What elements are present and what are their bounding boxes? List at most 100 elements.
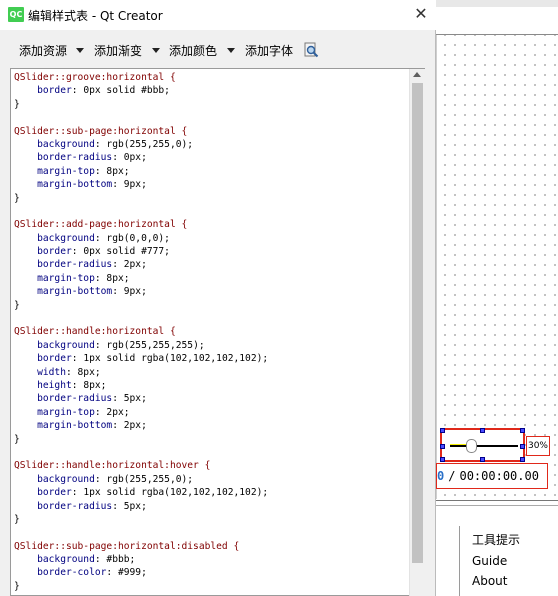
code-line: }	[14, 299, 268, 312]
menu-item-about[interactable]: About	[472, 574, 507, 588]
code-line: border-radius: 0px;	[14, 151, 268, 164]
code-value: : rgb(0,0,0);	[94, 232, 170, 244]
code-line: QSlider::sub-page:horizontal {	[14, 125, 268, 138]
code-line: margin-top: 8px;	[14, 165, 268, 178]
code-selector: QSlider::groove:horizontal {	[14, 72, 176, 83]
code-line: }	[14, 433, 268, 446]
code-line: }	[14, 513, 268, 526]
stylesheet-editor[interactable]: QSlider::groove:horizontal { border: 0px…	[10, 68, 425, 596]
slider-handle[interactable]	[466, 439, 477, 453]
designer-divider	[436, 500, 558, 501]
code-line: background: rgb(255,255,0);	[14, 138, 268, 151]
chevron-down-icon[interactable]	[227, 48, 235, 53]
code-line: background: #bbb;	[14, 553, 268, 566]
code-property: width	[14, 366, 66, 378]
slider-percent-label[interactable]: 30%	[526, 436, 550, 456]
code-property: border	[14, 85, 72, 97]
code-value: : 8px;	[65, 366, 101, 378]
code-value: : rgb(255,255,0);	[94, 473, 194, 485]
add-font-label: 添加字体	[245, 44, 294, 58]
code-line: border-radius: 2px;	[14, 258, 268, 271]
code-property: margin-bottom	[14, 420, 113, 432]
code-value: : 1px solid rgba(102,102,102,102);	[71, 487, 269, 499]
code-line: margin-bottom: 9px;	[14, 178, 268, 191]
code-property: margin-top	[14, 165, 95, 177]
code-line: background: rgb(255,255,0);	[14, 473, 268, 486]
code-value: : rgb(255,255,255);	[94, 339, 205, 351]
code-value: : #999;	[106, 567, 147, 579]
selection-handle[interactable]	[520, 457, 525, 462]
vertical-scrollbar[interactable]	[409, 69, 425, 596]
code-line: background: rgb(255,255,255);	[14, 339, 268, 352]
selection-handle[interactable]	[520, 444, 525, 449]
slider-groove	[450, 445, 518, 447]
code-property: background	[14, 138, 95, 150]
selection-handle[interactable]	[520, 428, 525, 433]
add-resource-label: 添加资源	[19, 44, 68, 58]
code-value: : 2px;	[112, 259, 147, 271]
time-total: 00:00:00.00	[459, 469, 539, 483]
code-line: margin-bottom: 2px;	[14, 419, 268, 432]
add-gradient-label: 添加渐变	[94, 44, 143, 58]
selection-handle[interactable]	[440, 457, 445, 462]
code-value: }	[14, 98, 20, 110]
code-line: border-radius: 5px;	[14, 500, 268, 513]
chevron-down-icon[interactable]	[76, 48, 84, 53]
add-resource-button[interactable]: 添加资源	[19, 42, 84, 59]
code-property: border-radius	[14, 393, 113, 405]
code-line: width: 8px;	[14, 366, 268, 379]
code-line: background: rgb(0,0,0);	[14, 232, 268, 245]
selection-handle[interactable]	[480, 457, 485, 462]
code-property: border	[14, 487, 72, 499]
slider-widget-selected[interactable]	[440, 428, 525, 462]
code-property: margin-top	[14, 406, 95, 418]
dialog-titlebar[interactable]: QC 编辑样式表 - Qt Creator ✕	[0, 0, 436, 30]
time-current: 0	[437, 469, 445, 483]
code-property: border-radius	[14, 152, 113, 164]
time-display[interactable]: 0/00:00:00.00	[436, 463, 548, 489]
dialog-title: 编辑样式表 - Qt Creator	[28, 9, 163, 23]
code-line: QSlider::sub-page:horizontal:disabled {	[14, 540, 268, 553]
code-line: border: 0px solid #777;	[14, 245, 268, 258]
code-property: border-radius	[14, 500, 113, 512]
magnifier-icon[interactable]	[303, 42, 319, 58]
menu-item-tooltip[interactable]: 工具提示	[472, 531, 520, 548]
add-gradient-button[interactable]: 添加渐变	[94, 42, 160, 59]
selection-handle[interactable]	[440, 444, 445, 449]
menu-item-guide[interactable]: Guide	[472, 554, 507, 568]
code-value: }	[14, 513, 20, 525]
selection-handle[interactable]	[480, 428, 485, 433]
code-line: margin-top: 2px;	[14, 406, 268, 419]
code-value: }	[14, 580, 20, 592]
code-property: background	[14, 554, 95, 566]
code-line: border-color: #999;	[14, 566, 268, 579]
code-line: border: 1px solid rgba(102,102,102,102);	[14, 486, 268, 499]
code-line: border-radius: 5px;	[14, 392, 268, 405]
code-value: : 8px;	[94, 165, 130, 177]
edit-stylesheet-dialog: QC 编辑样式表 - Qt Creator ✕ 添加资源 添加渐变 添加颜色 添…	[0, 0, 436, 596]
add-color-label: 添加颜色	[169, 44, 218, 58]
code-line: }	[14, 98, 268, 111]
code-selector: QSlider::add-page:horizontal {	[14, 219, 188, 231]
code-selector: QSlider::sub-page:horizontal:disabled {	[14, 540, 240, 552]
close-icon[interactable]: ✕	[410, 4, 432, 24]
add-color-button[interactable]: 添加颜色	[169, 42, 235, 59]
code-selector: QSlider::handle:horizontal {	[14, 326, 176, 338]
code-selector: QSlider::sub-page:horizontal {	[14, 125, 188, 137]
code-line: border: 1px solid rgba(102,102,102,102);	[14, 352, 268, 365]
code-line: }	[14, 580, 268, 593]
code-property: border	[14, 246, 72, 258]
stylesheet-code: QSlider::groove:horizontal { border: 0px…	[14, 71, 268, 593]
qt-creator-logo-icon: QC	[8, 7, 24, 22]
chevron-down-icon[interactable]	[152, 48, 160, 53]
scroll-up-icon[interactable]	[413, 72, 421, 77]
scrollbar-thumb[interactable]	[412, 83, 423, 563]
code-property: border	[14, 353, 72, 365]
add-font-button[interactable]: 添加字体	[245, 42, 293, 59]
code-value: : 5px;	[112, 393, 147, 405]
selection-handle[interactable]	[440, 428, 445, 433]
